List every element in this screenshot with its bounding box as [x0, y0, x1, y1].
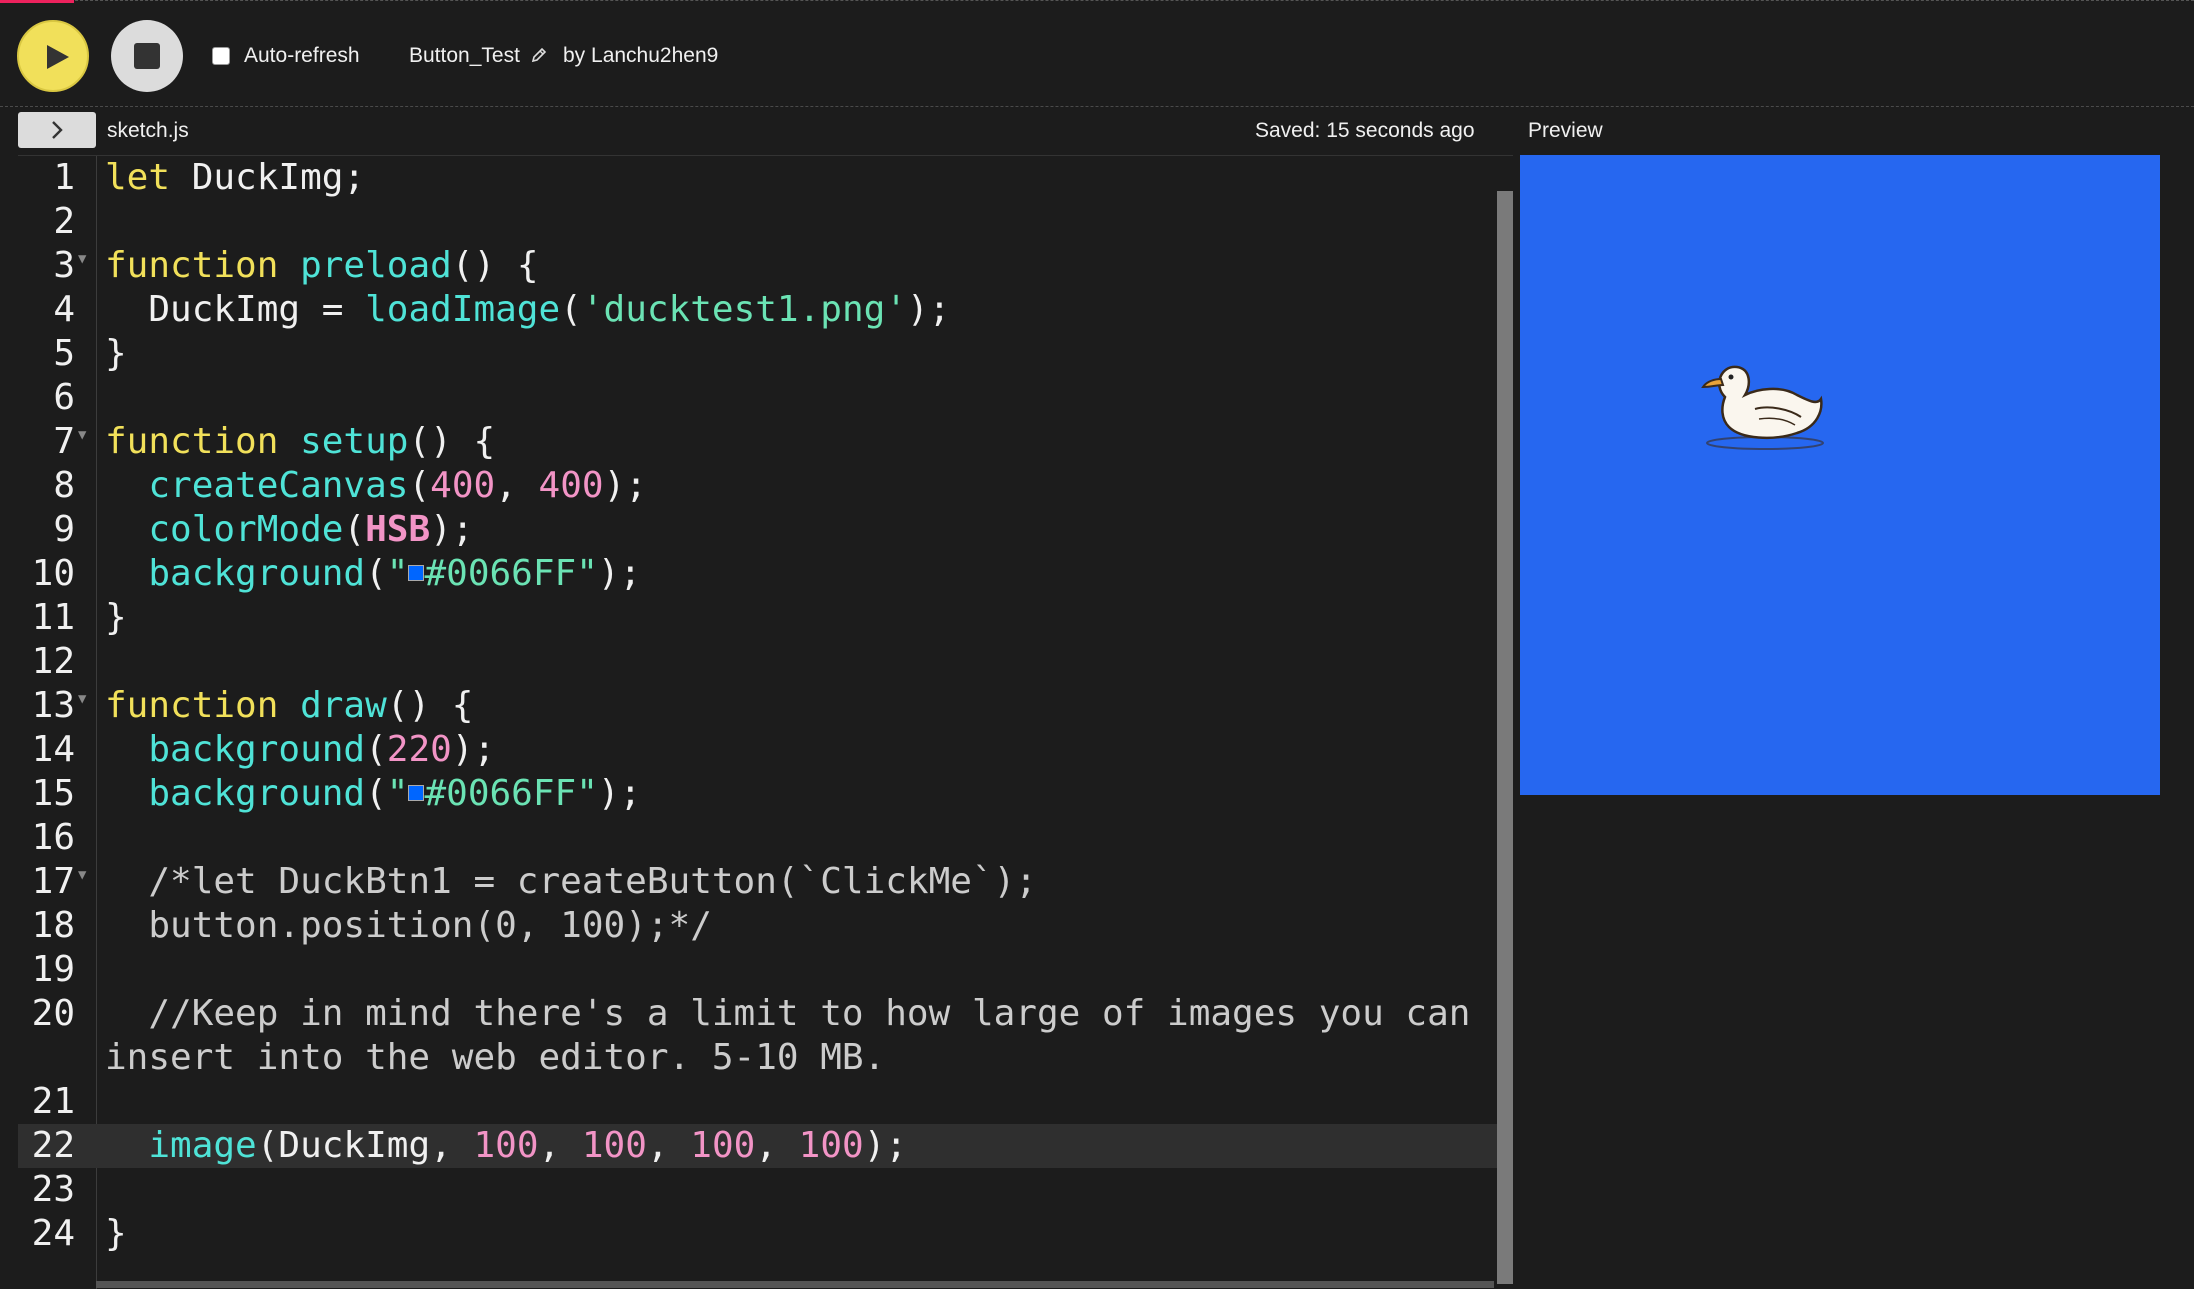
code-text: background(" #0066FF"); — [148, 553, 642, 594]
code-text: background(" #0066FF"); — [148, 773, 642, 814]
code-line[interactable]: 17 ▼ /*let DuckBtn1 = createButton(`Click… — [18, 860, 1498, 904]
fold-arrow-icon[interactable]: ▼ — [78, 860, 86, 890]
auto-refresh-label: Auto-refresh — [244, 44, 360, 67]
line-number: 1 — [53, 157, 75, 198]
file-tab-name[interactable]: sketch.js — [107, 119, 189, 143]
code-line[interactable]: 2 — [18, 200, 1498, 244]
code-text: //Keep in mind there's a limit to how la… — [105, 993, 1471, 1034]
code-line[interactable]: 12 — [18, 640, 1498, 684]
line-number: 12 — [31, 641, 75, 682]
stop-button[interactable] — [111, 20, 183, 92]
code-line[interactable]: 14 background(220); — [18, 728, 1498, 772]
editor-horizontal-scrollbar[interactable] — [96, 1281, 1494, 1288]
code-line[interactable]: insert into the web editor. 5-10 MB. — [18, 1036, 1498, 1080]
line-number: 10 — [31, 553, 75, 594]
line-number: 20 — [31, 993, 75, 1034]
code-text: image(DuckImg, 100, 100, 100, 100); — [148, 1125, 908, 1166]
code-text: background(220); — [148, 729, 496, 770]
preview-heading: Preview — [1528, 119, 1603, 142]
code-line[interactable]: 20 //Keep in mind there's a limit to how… — [18, 992, 1498, 1036]
play-button[interactable] — [17, 20, 89, 92]
code-line[interactable]: 16 — [18, 816, 1498, 860]
code-line[interactable]: 19 — [18, 948, 1498, 992]
project-name[interactable]: Button_Test — [409, 44, 520, 68]
line-number: 6 — [53, 377, 75, 418]
line-number: 19 — [31, 949, 75, 990]
line-number: 11 — [31, 597, 75, 638]
code-line[interactable]: 21 — [18, 1080, 1498, 1124]
play-icon — [47, 45, 69, 69]
line-number: 4 — [53, 289, 75, 330]
fold-arrow-icon[interactable]: ▼ — [78, 244, 86, 274]
code-line[interactable]: 4 DuckImg = loadImage('ducktest1.png'); — [18, 288, 1498, 332]
code-text: } — [105, 333, 127, 374]
line-number: 24 — [31, 1213, 75, 1254]
code-text: /*let DuckBtn1 = createButton(`ClickMe`)… — [105, 861, 1037, 902]
line-number: 8 — [53, 465, 75, 506]
line-number: 13 — [31, 685, 75, 726]
line-number: 16 — [31, 817, 75, 858]
code-text: DuckImg = loadImage('ducktest1.png'); — [105, 289, 951, 330]
code-text: function draw() { — [105, 685, 474, 726]
author-byline[interactable]: by Lanchu2hen9 — [563, 44, 718, 68]
chevron-right-icon — [52, 121, 63, 139]
toolbar: Auto-refresh Button_Test by Lanchu2hen9 — [0, 3, 2194, 107]
line-number: 17 — [31, 861, 75, 902]
line-number: 15 — [31, 773, 75, 814]
line-number: 22 — [31, 1125, 75, 1166]
code-line[interactable]: 15 background(" #0066FF"); — [18, 772, 1498, 816]
code-line[interactable]: 9 colorMode(HSB); — [18, 508, 1498, 552]
line-number: 3 — [53, 245, 75, 286]
line-number: 2 — [53, 201, 75, 242]
code-line[interactable]: 10 background(" #0066FF"); — [18, 552, 1498, 596]
code-text: button.position(0, 100);*/ — [105, 905, 712, 946]
editor-vertical-scrollbar[interactable] — [1497, 191, 1513, 1284]
line-number: 14 — [31, 729, 75, 770]
duck-image — [1701, 365, 1824, 450]
line-number: 18 — [31, 905, 75, 946]
fold-arrow-icon[interactable]: ▼ — [78, 420, 86, 450]
preview-canvas[interactable] — [1520, 155, 2160, 795]
code-line[interactable]: 23 — [18, 1168, 1498, 1212]
fold-arrow-icon[interactable]: ▼ — [78, 684, 86, 714]
code-text: function preload() { — [105, 245, 539, 286]
code-line[interactable]: 24} — [18, 1212, 1498, 1256]
code-editor[interactable]: 1 let DuckImg; 2 3 ▼ function preload() {4 Du… — [18, 155, 1513, 1289]
line-number: 23 — [31, 1169, 75, 1210]
code-line[interactable]: 7 ▼ function setup() { — [18, 420, 1498, 464]
code-line[interactable]: 5} — [18, 332, 1498, 376]
code-line[interactable]: 22 image(DuckImg, 100, 100, 100, 100); — [18, 1124, 1498, 1168]
code-line[interactable]: 6 — [18, 376, 1498, 420]
code-text: createCanvas(400, 400); — [148, 465, 647, 506]
line-number: 7 — [53, 421, 75, 462]
code-line[interactable]: 11} — [18, 596, 1498, 640]
line-number: 9 — [53, 509, 75, 550]
line-number: 5 — [53, 333, 75, 374]
code-text: } — [105, 597, 127, 638]
auto-refresh-toggle[interactable]: Auto-refresh — [212, 44, 360, 68]
code-text: } — [105, 1213, 127, 1254]
saved-status: Saved: 15 seconds ago — [1255, 119, 1475, 142]
code-text: insert into the web editor. 5-10 MB. — [105, 1037, 886, 1078]
line-number: 21 — [31, 1081, 75, 1122]
code-line[interactable]: 3 ▼ function preload() { — [18, 244, 1498, 288]
code-line[interactable]: 8 createCanvas(400, 400); — [18, 464, 1498, 508]
code-text: let DuckImg; — [105, 157, 366, 198]
expand-sidebar-button[interactable] — [18, 112, 96, 148]
code-line[interactable]: 1 let DuckImg; — [18, 156, 1498, 200]
stop-icon — [134, 43, 160, 69]
code-text: function setup() { — [105, 421, 496, 462]
auto-refresh-checkbox[interactable] — [212, 47, 230, 65]
pencil-icon[interactable] — [530, 46, 548, 64]
code-line[interactable]: 18 button.position(0, 100);*/ — [18, 904, 1498, 948]
code-text: colorMode(HSB); — [148, 509, 474, 550]
code-line[interactable]: 13 ▼ function draw() { — [18, 684, 1498, 728]
